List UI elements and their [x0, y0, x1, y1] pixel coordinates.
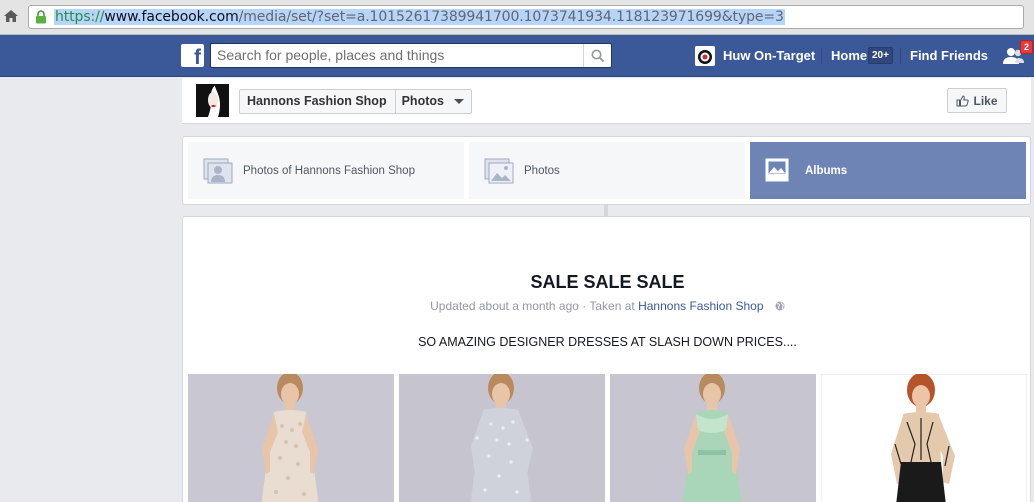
find-friends-link[interactable]: Find Friends	[910, 48, 988, 63]
chevron-down-icon	[453, 99, 464, 104]
address-bar[interactable]: https://www.facebook.com/media/set/?set=…	[28, 5, 1024, 29]
nav-home-link[interactable]: Home	[831, 48, 867, 63]
album-photo[interactable]	[399, 374, 605, 502]
album-photo[interactable]	[610, 374, 816, 502]
album-place-link[interactable]: Hannons Fashion Shop	[638, 299, 763, 313]
tab-label: Albums	[805, 164, 848, 177]
page-section[interactable]: Photos	[396, 90, 450, 113]
search-button[interactable]	[583, 44, 611, 67]
target-avatar-icon	[695, 46, 715, 66]
url-text: https://www.facebook.com/media/set/?set=…	[54, 9, 785, 25]
nav-user-name[interactable]: Huw On-Target	[723, 48, 815, 63]
like-label: Like	[973, 93, 998, 108]
home-count-badge: 20+	[868, 47, 893, 64]
album-description: SO AMAZING DESIGNER DRESSES AT SLASH DOW…	[418, 335, 797, 349]
album-content: SALE SALE SALE Updated about a month ago…	[182, 216, 1031, 502]
nav-divider	[821, 48, 822, 64]
search-input[interactable]	[211, 44, 581, 66]
album-title: SALE SALE SALE	[530, 272, 685, 292]
facebook-logo-icon[interactable]: f	[181, 44, 204, 67]
dress-photo-1	[188, 374, 394, 502]
dress-photo-4	[821, 374, 1027, 502]
tab-label: Photos of Hannons Fashion Shop	[243, 164, 415, 177]
tab-label: Photos	[524, 164, 560, 177]
friend-requests-badge: 2	[1020, 40, 1034, 54]
globe-icon[interactable]	[775, 301, 785, 311]
tab-photos[interactable]: Photos	[469, 142, 745, 199]
url-path: /media/set/?set=a.10152617389941700.1073…	[238, 9, 784, 25]
tab-photos-of-page[interactable]: Photos of Hannons Fashion Shop	[188, 142, 464, 199]
album-photo[interactable]	[821, 374, 1027, 502]
dress-photo-2	[399, 374, 605, 502]
like-button[interactable]: Like	[947, 88, 1007, 113]
search-icon	[591, 49, 605, 63]
page-profile-picture[interactable]	[196, 84, 229, 117]
thumbs-up-icon	[956, 94, 970, 106]
home-icon[interactable]	[3, 8, 19, 24]
user-avatar[interactable]	[695, 46, 715, 66]
photos-of-icon	[203, 158, 233, 183]
search-box	[210, 43, 612, 68]
facebook-navbar: f Huw On-Target Home 20+ Find Friends 2	[0, 35, 1034, 77]
nav-divider	[900, 48, 901, 64]
photos-icon	[484, 158, 514, 183]
page-section-selector[interactable]: Hannons Fashion Shop Photos	[239, 89, 472, 114]
tab-albums[interactable]: Albums	[750, 142, 1026, 199]
tab-connector	[604, 205, 608, 216]
album-meta: Updated about a month ago · Taken at Han…	[183, 299, 1032, 313]
page-name[interactable]: Hannons Fashion Shop	[240, 90, 396, 113]
browser-toolbar: https://www.facebook.com/media/set/?set=…	[0, 0, 1034, 35]
album-updated: Updated about a month ago	[430, 299, 579, 313]
albums-icon	[765, 158, 789, 181]
url-scheme: https://	[55, 9, 105, 25]
photo-tabs: Photos of Hannons Fashion Shop Photos Al…	[182, 136, 1031, 205]
album-photo[interactable]	[188, 374, 394, 502]
dress-photo-3	[610, 374, 816, 502]
url-host: www.facebook.com	[104, 9, 239, 25]
fashion-logo-icon	[196, 84, 229, 117]
page-header: Hannons Fashion Shop Photos Like	[182, 78, 1031, 124]
lock-icon	[36, 10, 46, 24]
album-taken-at: · Taken at	[582, 299, 635, 313]
